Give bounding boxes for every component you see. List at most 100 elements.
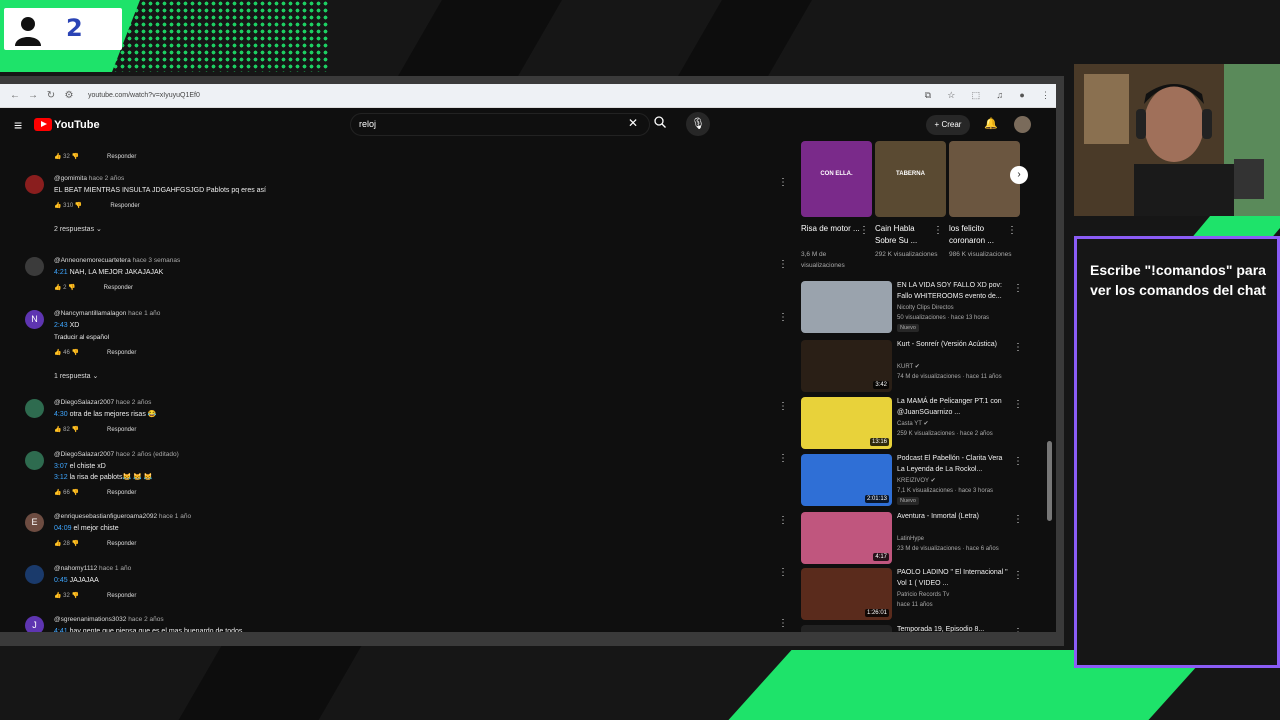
- avatar[interactable]: [25, 175, 44, 194]
- more-options-icon[interactable]: ⋮: [778, 515, 788, 526]
- comment-author[interactable]: @Anneonemorecuartetera hace 3 semanas: [54, 257, 180, 264]
- timestamp-link[interactable]: 3:12: [54, 474, 68, 481]
- dislike-icon[interactable]: 👎: [72, 427, 79, 433]
- short-title[interactable]: Risa de motor ...: [801, 223, 861, 235]
- timestamp-link[interactable]: 4:41: [54, 628, 68, 632]
- video-item[interactable]: 2:01:13 Podcast El Pabellón - Clarita Ver…: [801, 454, 1031, 506]
- comment-author[interactable]: @Nancymantillamalagon hace 1 año: [54, 310, 160, 317]
- video-title[interactable]: Kurt - Sonreír (Versión Acústica): [897, 340, 1009, 351]
- video-title[interactable]: PAOLO LADINO " El Internacional " Vol 1 …: [897, 568, 1009, 589]
- video-item[interactable]: Temporada 19, Episodio 8... ⋮: [801, 625, 1031, 632]
- more-options-icon[interactable]: ⋮: [778, 453, 788, 464]
- timestamp-link[interactable]: 4:30: [54, 411, 68, 418]
- video-thumbnail[interactable]: 3:42: [801, 340, 892, 392]
- channel-name[interactable]: LatinHype: [897, 534, 1017, 544]
- timestamp-link[interactable]: 04:09: [54, 525, 72, 532]
- more-options-icon[interactable]: ⋮: [1007, 225, 1017, 236]
- search-icon[interactable]: [654, 116, 666, 131]
- create-button[interactable]: + Crear: [926, 115, 970, 135]
- notifications-icon[interactable]: 🔔: [984, 117, 998, 130]
- video-title[interactable]: Temporada 19, Episodio 8...: [897, 625, 1009, 632]
- scrollbar[interactable]: [1047, 441, 1052, 521]
- author-name[interactable]: @DiegoSalazar2007: [54, 399, 114, 406]
- comment-author[interactable]: @sgreenanimations3032 hace 2 años: [54, 616, 164, 623]
- short-thumbnail[interactable]: CON ELLA.: [801, 141, 872, 217]
- channel-name[interactable]: Patricio Records Tv: [897, 590, 1017, 600]
- more-options-icon[interactable]: ⋮: [778, 618, 788, 629]
- author-name[interactable]: @Nancymantillamalagon: [54, 310, 126, 317]
- avatar[interactable]: J: [25, 616, 44, 632]
- extensions-icon[interactable]: ⬚: [972, 90, 981, 100]
- video-title[interactable]: La MAMÁ de Pelicanger PT.1 con @JuanSGua…: [897, 397, 1009, 418]
- more-options-icon[interactable]: ⋮: [1013, 283, 1023, 294]
- short-thumbnail[interactable]: [949, 141, 1020, 217]
- like-icon[interactable]: 👍: [54, 593, 61, 599]
- comment-author[interactable]: @nahomy1112 hace 1 año: [54, 565, 131, 572]
- search-input[interactable]: reloj: [350, 113, 650, 136]
- video-thumbnail[interactable]: 4:17: [801, 512, 892, 564]
- more-options-icon[interactable]: ⋮: [1013, 342, 1023, 353]
- timestamp-link[interactable]: 0:45: [54, 577, 68, 584]
- avatar[interactable]: [25, 565, 44, 584]
- url-field[interactable]: youtube.com/watch?v=xIyuyuQ1Ef0: [88, 92, 911, 99]
- view-replies-button[interactable]: 2 respuestas ⌄: [54, 225, 102, 233]
- video-thumbnail[interactable]: [801, 625, 892, 632]
- hamburger-menu-icon[interactable]: ≡: [14, 117, 22, 133]
- avatar[interactable]: [25, 257, 44, 276]
- timestamp-link[interactable]: 2:43: [54, 322, 68, 329]
- author-name[interactable]: @sgreenanimations3032: [54, 616, 126, 623]
- site-settings-icon[interactable]: ⚙: [60, 90, 78, 101]
- video-item[interactable]: 1:26:01 PAOLO LADINO " El Internacional "…: [801, 568, 1031, 620]
- video-title[interactable]: Aventura - Inmortal (Letra): [897, 512, 1009, 523]
- avatar[interactable]: [25, 399, 44, 418]
- video-item[interactable]: 13:16 La MAMÁ de Pelicanger PT.1 con @Jua…: [801, 397, 1031, 449]
- author-name[interactable]: @DiegoSalazar2007: [54, 451, 114, 458]
- more-options-icon[interactable]: ⋮: [1013, 627, 1023, 632]
- youtube-logo[interactable]: YouTube: [34, 118, 100, 131]
- like-icon[interactable]: 👍: [54, 285, 61, 291]
- channel-name[interactable]: Casta YT ✔: [897, 419, 1017, 429]
- more-options-icon[interactable]: ⋮: [778, 312, 788, 323]
- channel-name[interactable]: Nicolty Clips Directos: [897, 303, 1017, 313]
- next-arrow-icon[interactable]: ›: [1010, 166, 1028, 184]
- comment-author[interactable]: @DiegoSalazar2007 hace 2 años: [54, 399, 151, 406]
- comment-author[interactable]: @enriquesebastianfigueroama2092 hace 1 a…: [54, 513, 191, 520]
- more-options-icon[interactable]: ⋮: [859, 225, 869, 236]
- like-icon[interactable]: 👍: [54, 350, 61, 356]
- browser-menu-icon[interactable]: ⋮: [1041, 90, 1050, 100]
- video-item[interactable]: 4:17 Aventura - Inmortal (Letra) LatinHype…: [801, 512, 1031, 564]
- clear-search-icon[interactable]: ✕: [628, 116, 638, 130]
- like-icon[interactable]: 👍: [54, 490, 61, 496]
- dislike-icon[interactable]: 👎: [72, 541, 79, 547]
- video-item[interactable]: EN LA VIDA SOY FALLO XD pov: Fallo WHITE…: [801, 281, 1031, 333]
- reply-button[interactable]: Responder: [107, 427, 136, 433]
- comment-author[interactable]: @DiegoSalazar2007 hace 2 años (editado): [54, 451, 179, 458]
- dislike-icon[interactable]: 👎: [72, 593, 79, 599]
- short-title[interactable]: Cain Habla Sobre Su ...: [875, 223, 935, 247]
- reply-button[interactable]: Responder: [104, 285, 133, 291]
- dislike-icon[interactable]: 👎: [68, 285, 75, 291]
- more-options-icon[interactable]: ⋮: [778, 401, 788, 412]
- more-options-icon[interactable]: ⋮: [778, 259, 788, 270]
- channel-name[interactable]: KURT ✔: [897, 362, 1017, 372]
- like-icon[interactable]: 👍: [54, 203, 61, 209]
- dislike-icon[interactable]: 👎: [72, 154, 79, 160]
- more-options-icon[interactable]: ⋮: [1013, 399, 1023, 410]
- media-icon[interactable]: ♫: [996, 90, 1003, 100]
- timestamp-link[interactable]: 3:07: [54, 463, 68, 470]
- view-replies-button[interactable]: 1 respuesta ⌄: [54, 372, 98, 380]
- more-options-icon[interactable]: ⋮: [933, 225, 943, 236]
- avatar[interactable]: [25, 451, 44, 470]
- more-options-icon[interactable]: ⋮: [778, 567, 788, 578]
- video-thumbnail[interactable]: 13:16: [801, 397, 892, 449]
- comment-author[interactable]: @gomimita hace 2 años: [54, 175, 124, 182]
- video-thumbnail[interactable]: 1:26:01: [801, 568, 892, 620]
- reply-button[interactable]: Responder: [107, 350, 136, 356]
- timestamp-link[interactable]: 4:21: [54, 269, 68, 276]
- avatar[interactable]: N: [25, 310, 44, 329]
- account-avatar[interactable]: [1014, 116, 1031, 133]
- bookmark-star-icon[interactable]: ☆: [947, 90, 955, 100]
- video-thumbnail[interactable]: 2:01:13: [801, 454, 892, 506]
- more-options-icon[interactable]: ⋮: [778, 177, 788, 188]
- reply-button[interactable]: Responder: [107, 154, 136, 160]
